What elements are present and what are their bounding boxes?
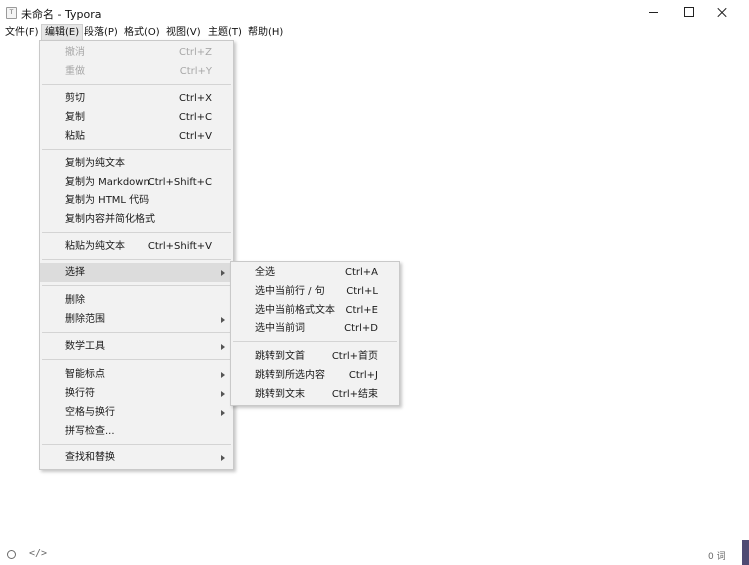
menu-item-paste[interactable]: 粘贴 Ctrl+V: [40, 127, 233, 146]
menu-item-undo[interactable]: 撤消 Ctrl+Z: [40, 43, 233, 62]
title-bar: T 未命名 - Typora: [0, 0, 749, 24]
menu-separator: [42, 444, 231, 445]
menu-view[interactable]: 视图(V): [163, 24, 204, 41]
menu-item-copy-plain-text[interactable]: 复制为纯文本: [40, 154, 233, 173]
select-submenu: 全选 Ctrl+A 选中当前行 / 句 Ctrl+L 选中当前格式文本 Ctrl…: [230, 261, 400, 406]
menu-item-copy[interactable]: 复制 Ctrl+C: [40, 108, 233, 127]
menu-item-select-line[interactable]: 选中当前行 / 句 Ctrl+L: [231, 282, 399, 301]
menu-separator: [42, 285, 231, 286]
menu-item-math-tools[interactable]: 数学工具: [40, 337, 233, 356]
window-title: 未命名 - Typora: [21, 8, 102, 21]
outline-toggle-icon[interactable]: [7, 550, 16, 559]
word-count[interactable]: 0 词: [708, 549, 726, 562]
minimize-icon[interactable]: [637, 0, 671, 24]
background-window-edge: [742, 540, 749, 565]
menu-item-whitespace[interactable]: 空格与换行: [40, 403, 233, 422]
menu-format[interactable]: 格式(O): [121, 24, 163, 41]
menu-separator: [42, 232, 231, 233]
menu-paragraph[interactable]: 段落(P): [81, 24, 121, 41]
submenu-arrow-icon: [221, 317, 225, 323]
menu-item-jump-end[interactable]: 跳转到文末 Ctrl+结束: [231, 385, 399, 404]
source-code-mode-icon[interactable]: </>: [29, 548, 47, 559]
menu-item-paste-plain-text[interactable]: 粘贴为纯文本 Ctrl+Shift+V: [40, 237, 233, 256]
submenu-arrow-icon: [221, 270, 225, 276]
menu-item-select-word[interactable]: 选中当前词 Ctrl+D: [231, 319, 399, 338]
menu-separator: [42, 259, 231, 260]
maximize-icon[interactable]: [671, 0, 705, 24]
menu-item-select[interactable]: 选择: [40, 263, 233, 282]
menu-item-copy-simplified[interactable]: 复制内容并简化格式: [40, 210, 233, 229]
menu-separator: [42, 332, 231, 333]
menu-separator: [42, 149, 231, 150]
menu-item-select-format[interactable]: 选中当前格式文本 Ctrl+E: [231, 301, 399, 320]
menu-item-copy-html[interactable]: 复制为 HTML 代码: [40, 191, 233, 210]
submenu-arrow-icon: [221, 455, 225, 461]
submenu-arrow-icon: [221, 372, 225, 378]
menu-theme[interactable]: 主题(T): [205, 24, 245, 41]
menu-item-copy-markdown[interactable]: 复制为 Markdown Ctrl+Shift+C: [40, 173, 233, 192]
status-bar: </> 0 词: [0, 544, 749, 565]
menu-item-line-ending[interactable]: 换行符: [40, 384, 233, 403]
submenu-arrow-icon: [221, 344, 225, 350]
menu-item-select-all[interactable]: 全选 Ctrl+A: [231, 263, 399, 282]
menu-item-delete-range[interactable]: 删除范围: [40, 310, 233, 329]
typora-app-icon: T: [6, 7, 17, 19]
submenu-arrow-icon: [221, 410, 225, 416]
menu-help[interactable]: 帮助(H): [245, 24, 286, 41]
menu-item-cut[interactable]: 剪切 Ctrl+X: [40, 89, 233, 108]
menu-edit[interactable]: 编辑(E): [41, 24, 84, 41]
edit-menu: 撤消 Ctrl+Z 重做 Ctrl+Y 剪切 Ctrl+X 复制 Ctrl+C …: [39, 40, 234, 470]
submenu-arrow-icon: [221, 391, 225, 397]
menu-item-spellcheck[interactable]: 拼写检查...: [40, 422, 233, 441]
menu-separator: [233, 341, 397, 342]
menu-item-smart-punctuation[interactable]: 智能标点: [40, 365, 233, 384]
menu-item-jump-top[interactable]: 跳转到文首 Ctrl+首页: [231, 347, 399, 366]
close-icon[interactable]: [705, 0, 739, 24]
menu-item-jump-selection[interactable]: 跳转到所选内容 Ctrl+J: [231, 366, 399, 385]
menu-separator: [42, 359, 231, 360]
menu-item-find-replace[interactable]: 查找和替换: [40, 448, 233, 467]
menu-item-redo[interactable]: 重做 Ctrl+Y: [40, 62, 233, 81]
menu-file[interactable]: 文件(F): [2, 24, 42, 41]
menu-item-delete[interactable]: 删除: [40, 291, 233, 310]
menu-separator: [42, 84, 231, 85]
